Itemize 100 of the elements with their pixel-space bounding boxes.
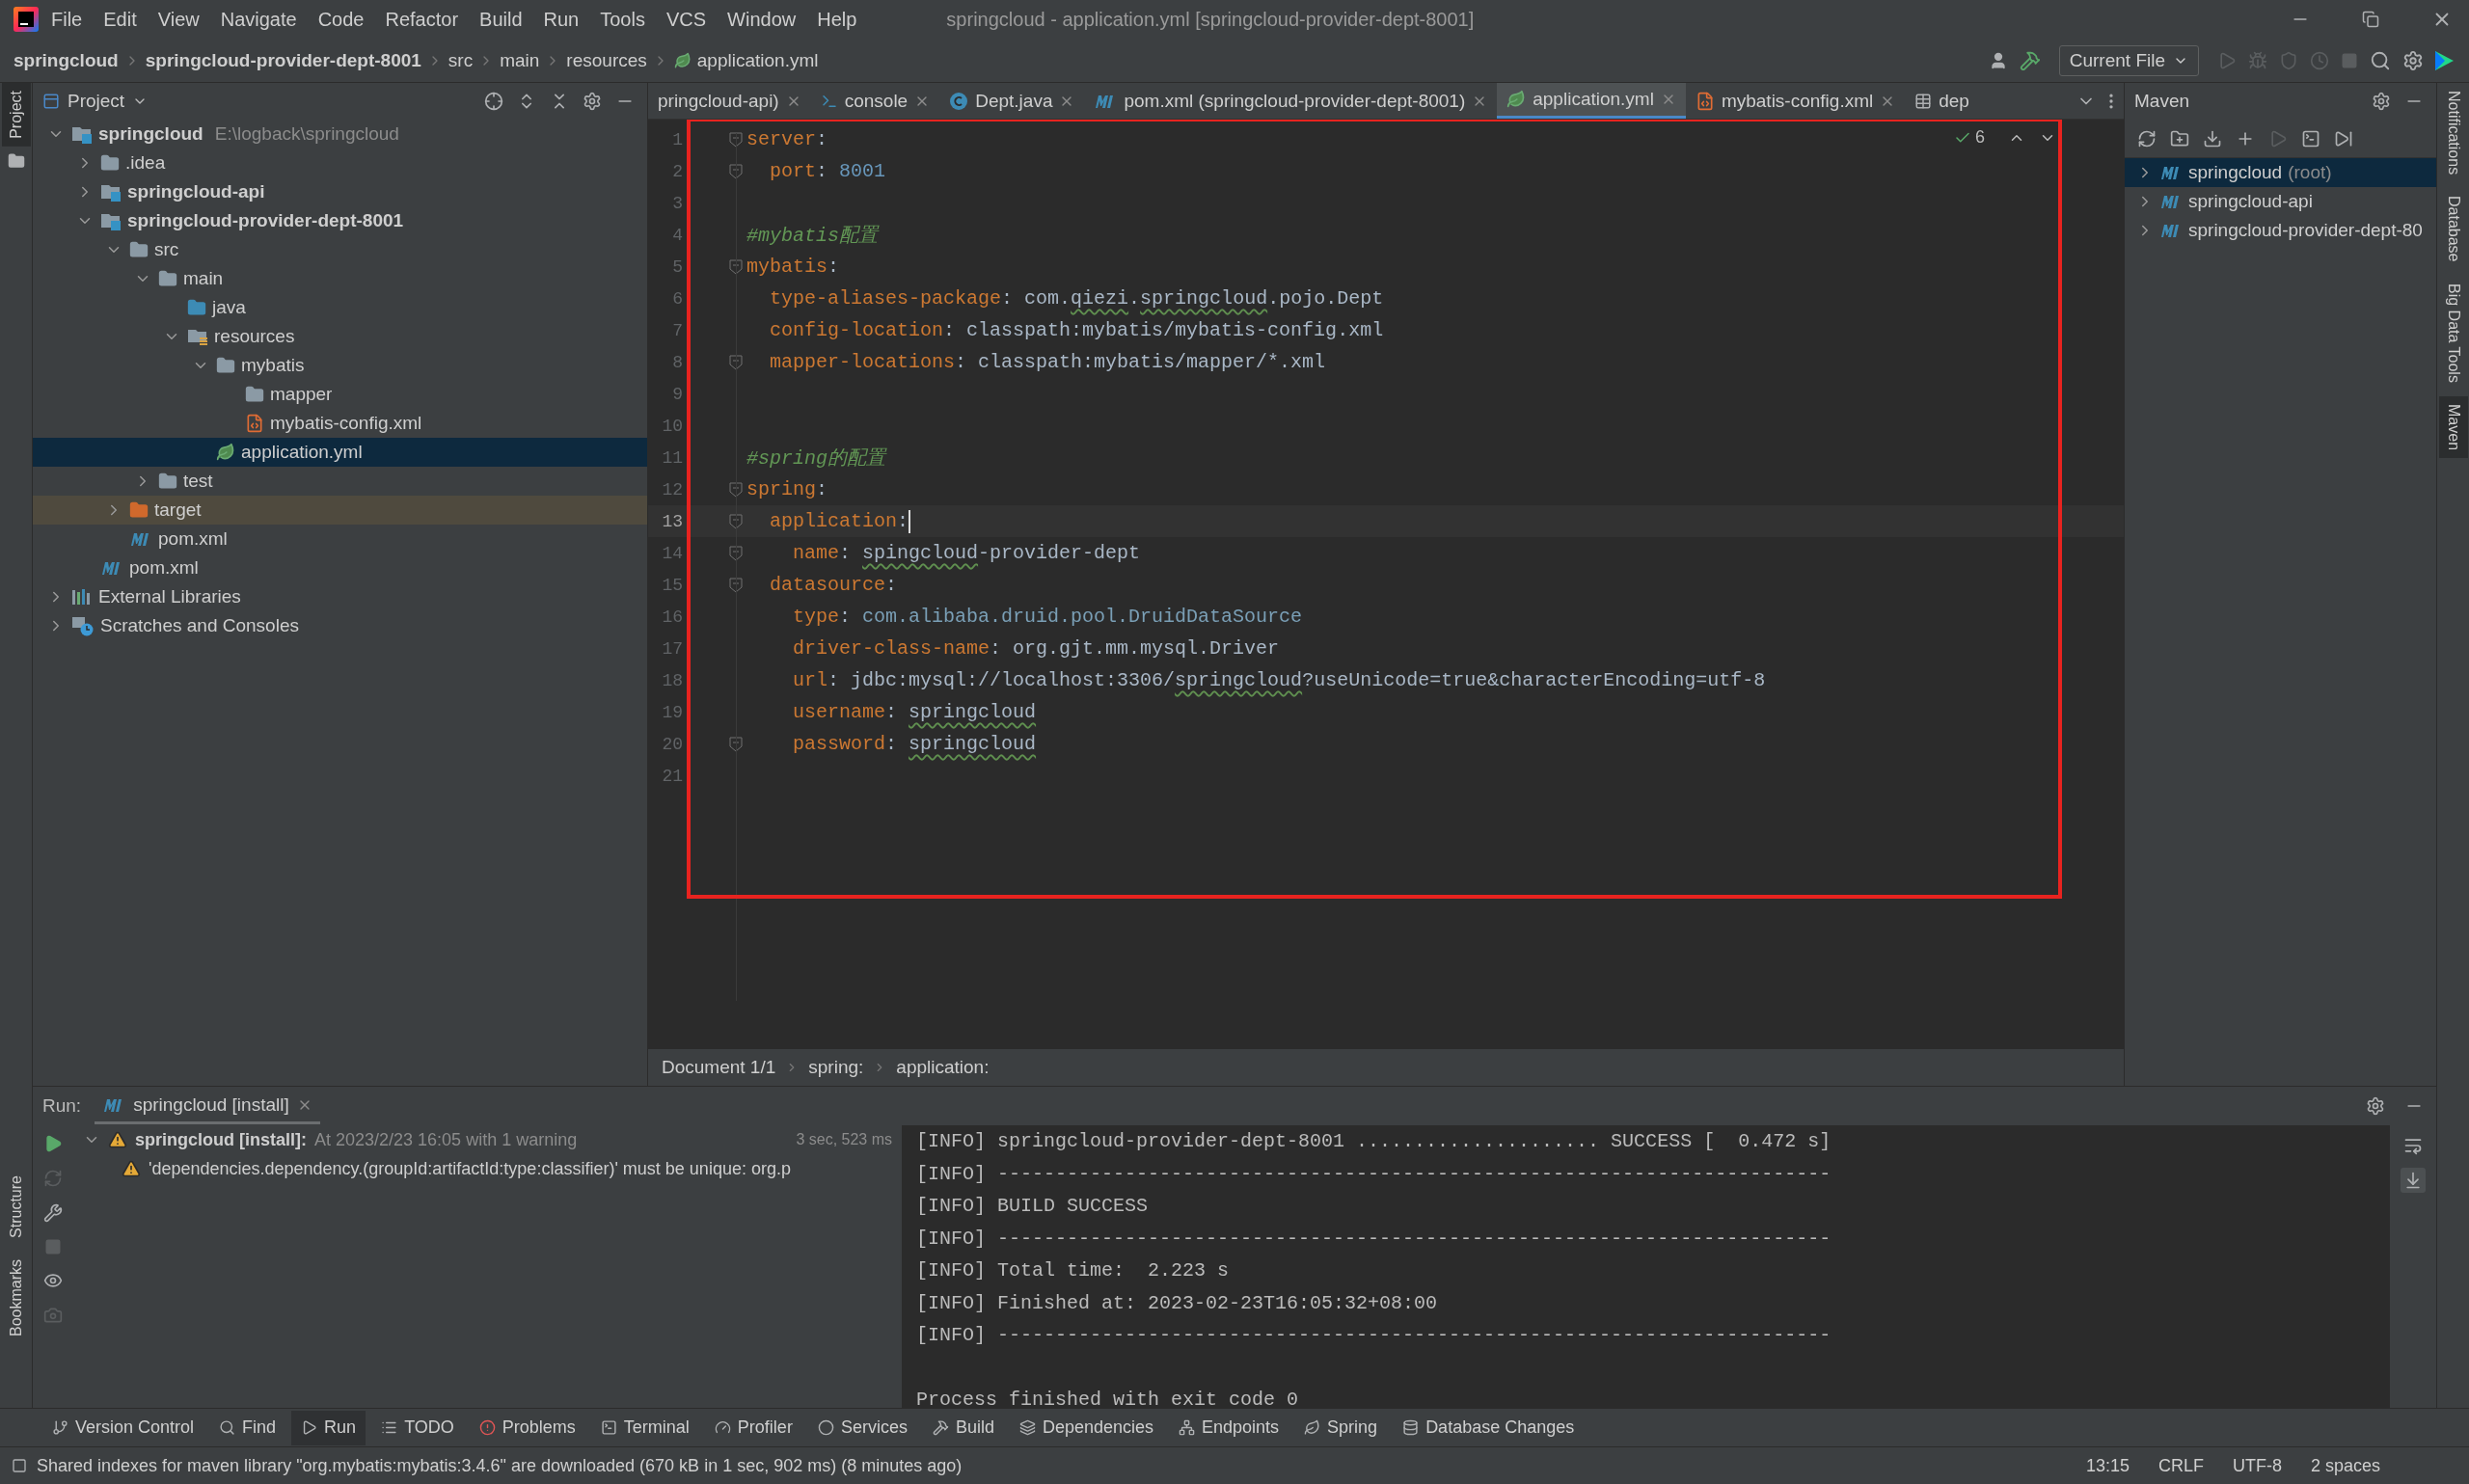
- folder-icon[interactable]: [7, 151, 25, 170]
- scroll-to-end-icon[interactable]: [2401, 1168, 2426, 1193]
- tool-tab[interactable]: Dependencies: [1009, 1410, 1164, 1445]
- console-line: Process finished with exit code 0: [916, 1389, 1299, 1408]
- breadcrumb[interactable]: src: [448, 49, 474, 71]
- tool-tab[interactable]: Version Control: [42, 1410, 204, 1445]
- menu-item[interactable]: Window: [719, 4, 805, 35]
- inspection-count[interactable]: 6: [1975, 127, 1985, 148]
- menu-item[interactable]: View: [149, 4, 208, 35]
- menu-item[interactable]: Run: [534, 4, 588, 35]
- menu-item[interactable]: Tools: [591, 4, 654, 35]
- tool-tab[interactable]: Find: [209, 1410, 286, 1445]
- console-line: [INFO] Finished at: 2023-02-23T16:05:32+08:00: [916, 1291, 1438, 1314]
- breadcrumb[interactable]: springcloud-provider-dept-8001: [145, 49, 421, 71]
- layout-icon[interactable]: [12, 1458, 27, 1473]
- tool-tab[interactable]: Problems: [469, 1410, 585, 1445]
- editor-tab[interactable]: application.yml: [1497, 83, 1686, 119]
- tree-item[interactable]: pom.xml: [33, 525, 647, 553]
- tree-item[interactable]: application.yml: [33, 438, 647, 467]
- editor-tab[interactable]: console: [810, 83, 940, 119]
- editor-tab[interactable]: mybatis-config.xml: [1685, 83, 1906, 119]
- menu-item[interactable]: Navigate: [211, 4, 306, 35]
- line-number: 4: [671, 225, 684, 245]
- breadcrumb[interactable]: Document 1/1: [662, 1057, 776, 1078]
- tool-tab[interactable]: Build: [922, 1410, 1004, 1445]
- tool-window-tab[interactable]: Big Data Tools: [2438, 275, 2468, 391]
- tree-item[interactable]: springcloud-api: [33, 177, 647, 206]
- breadcrumb[interactable]: resources: [566, 49, 647, 71]
- tool-tab[interactable]: Terminal: [590, 1410, 699, 1445]
- code-line: driver-class-name: org.gjt.mm.mysql.Driver: [792, 637, 1280, 660]
- tree-item[interactable]: mybatis-config.xml: [33, 409, 647, 438]
- status-item[interactable]: UTF-8: [2222, 1455, 2292, 1476]
- breadcrumb[interactable]: application:: [896, 1057, 990, 1078]
- code-line: port: 8001: [769, 160, 886, 182]
- leaf-icon: [1506, 90, 1527, 109]
- tree-item[interactable]: resources: [33, 322, 647, 351]
- tree-item[interactable]: springcloud E:\logback\springcloud: [33, 120, 647, 148]
- tool-window-tab[interactable]: Notifications: [2438, 83, 2468, 183]
- breadcrumb[interactable]: main: [500, 49, 540, 71]
- breadcrumb[interactable]: springcloud: [14, 49, 119, 71]
- status-item[interactable]: 13:15: [2076, 1455, 2139, 1476]
- folder-icon: [129, 240, 149, 259]
- tree-path: (root): [2288, 162, 2332, 183]
- breadcrumb[interactable]: application.yml: [696, 49, 819, 71]
- tool-tab[interactable]: Profiler: [704, 1410, 802, 1445]
- editor-tab[interactable]: Dept.java: [939, 83, 1085, 119]
- menu-item[interactable]: Help: [808, 4, 866, 35]
- status-item[interactable]: CRLF: [2148, 1455, 2213, 1476]
- tool-tab[interactable]: Database Changes: [1393, 1410, 1585, 1445]
- module-icon: [100, 182, 122, 202]
- build-run-tab[interactable]: springcloud [install]: [95, 1088, 320, 1124]
- tool-icon: [1179, 1419, 1196, 1436]
- panel-label: Run:: [42, 1095, 82, 1117]
- tree-item[interactable]: mapper: [33, 380, 647, 409]
- line-number: 21: [661, 766, 684, 786]
- code-line: #mybatis配置: [746, 224, 878, 248]
- tree-item[interactable]: java: [33, 293, 647, 322]
- menu-item[interactable]: Code: [309, 4, 373, 35]
- tree-item[interactable]: main: [33, 264, 647, 293]
- editor-tab[interactable]: pom.xml (springcloud-provider-dept-8001): [1084, 83, 1498, 119]
- module-icon: [100, 211, 122, 230]
- tree-item[interactable]: springcloud-provider-dept-80: [2125, 216, 2436, 245]
- tree-item[interactable]: springcloud-provider-dept-8001: [33, 206, 647, 235]
- run-config-dropdown[interactable]: Current File: [2058, 44, 2199, 76]
- menu-item[interactable]: File: [42, 4, 92, 35]
- line-number: 9: [671, 384, 684, 404]
- tool-window-tab[interactable]: Maven: [2438, 395, 2468, 458]
- tree-item[interactable]: mybatis: [33, 351, 647, 380]
- tool-window-tab[interactable]: Structure: [1, 1168, 31, 1246]
- tool-tab[interactable]: Services: [807, 1410, 917, 1445]
- menu-item[interactable]: Refactor: [376, 4, 468, 35]
- tool-tab[interactable]: Spring: [1294, 1410, 1388, 1445]
- tree-item[interactable]: pom.xml: [33, 553, 647, 582]
- tree-item[interactable]: External Libraries: [33, 582, 647, 611]
- panel-title[interactable]: Project: [68, 91, 125, 112]
- tree-item[interactable]: .idea: [33, 148, 647, 177]
- tree-item[interactable]: src: [33, 235, 647, 264]
- table-icon: [1914, 92, 1933, 110]
- status-item[interactable]: 2 spaces: [2300, 1455, 2390, 1476]
- console-line: [INFO] springcloud-provider-dept-8001 ..................... SUCCESS [ 0.472 s]: [916, 1130, 1831, 1153]
- breadcrumb[interactable]: spring:: [808, 1057, 864, 1078]
- tree-item[interactable]: springcloud (root): [2125, 158, 2436, 187]
- tree-item[interactable]: Scratches and Consoles: [33, 611, 647, 640]
- tool-window-tab[interactable]: Bookmarks: [1, 1251, 31, 1344]
- tree-item[interactable]: springcloud-api: [2125, 187, 2436, 216]
- tool-tab[interactable]: Endpoints: [1169, 1410, 1289, 1445]
- menu-item[interactable]: VCS: [657, 4, 716, 35]
- tool-tab[interactable]: TODO: [371, 1410, 464, 1445]
- editor-tab[interactable]: pringcloud-api): [648, 83, 811, 119]
- tool-window-tab[interactable]: Project: [1, 83, 31, 147]
- tree-item[interactable]: target: [33, 496, 647, 525]
- folder-icon: [158, 472, 177, 491]
- editor-tab[interactable]: dep: [1905, 83, 1979, 119]
- tree-item[interactable]: test: [33, 467, 647, 496]
- menu-item[interactable]: Edit: [95, 4, 146, 35]
- menu-item[interactable]: Build: [471, 4, 531, 35]
- tool-window-tab[interactable]: Database: [2438, 188, 2468, 270]
- tool-icon: [381, 1419, 398, 1436]
- tool-tab[interactable]: Run: [291, 1410, 366, 1445]
- app-logo: [14, 7, 39, 32]
